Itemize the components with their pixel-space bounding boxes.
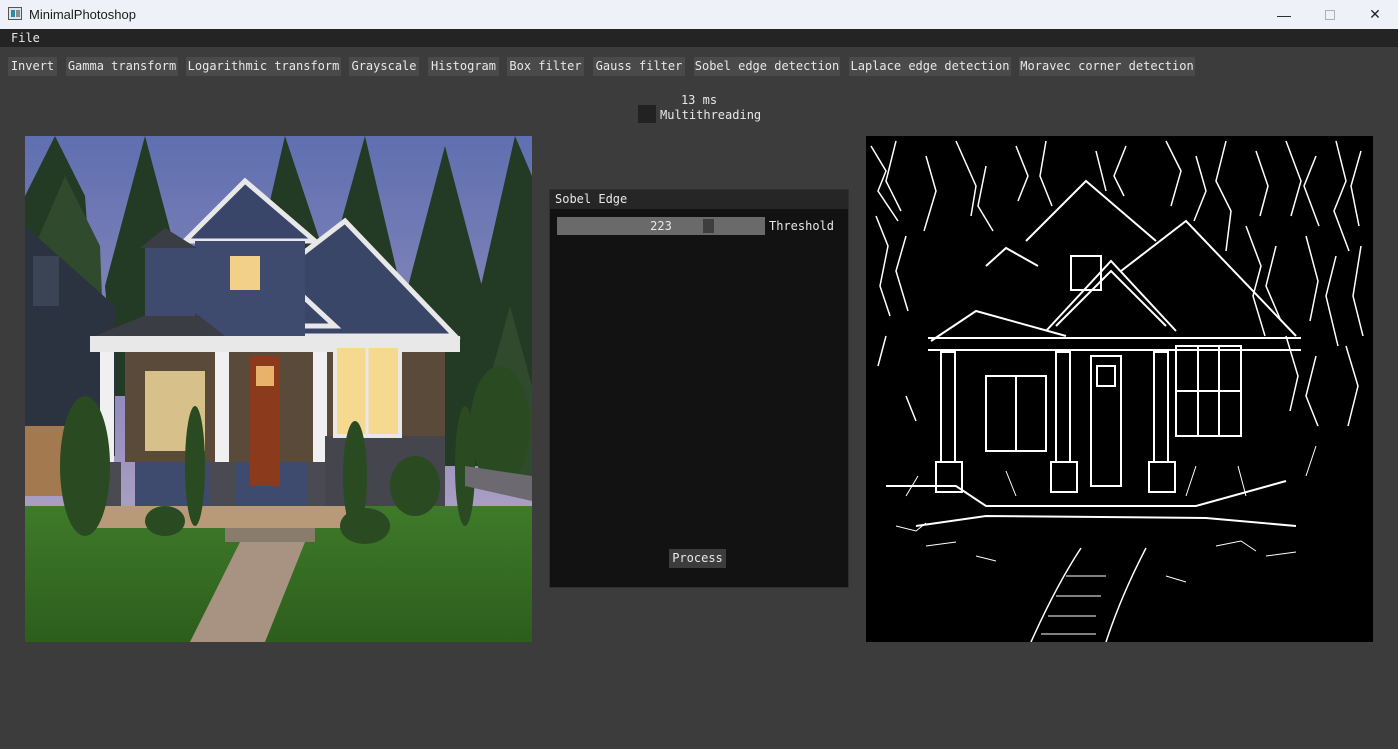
logarithmic-transform-button[interactable]: Logarithmic transform (186, 57, 341, 76)
input-image (25, 136, 532, 642)
processing-time: 13 ms (680, 93, 718, 107)
close-icon: ✕ (1369, 6, 1381, 22)
sobel-edge-detection-button[interactable]: Sobel edge detection (694, 57, 840, 76)
slider-handle[interactable] (703, 219, 714, 233)
threshold-label: Threshold (769, 219, 835, 233)
threshold-slider[interactable]: 223 (557, 217, 765, 235)
minimize-icon: — (1277, 6, 1291, 23)
panel-title: Sobel Edge (550, 190, 848, 209)
multithreading-label: Multithreading (660, 108, 762, 122)
menu-bar: File (0, 29, 1398, 47)
close-button[interactable]: ✕ (1352, 0, 1398, 29)
sobel-edge-panel: Sobel Edge 223 Threshold Process (549, 189, 849, 588)
threshold-value: 223 (650, 219, 672, 233)
moravec-corner-detection-button[interactable]: Moravec corner detection (1019, 57, 1195, 76)
histogram-button[interactable]: Histogram (428, 57, 499, 76)
window-title: MinimalPhotoshop (29, 7, 136, 22)
maximize-icon (1325, 9, 1335, 20)
maximize-button[interactable] (1307, 0, 1353, 29)
gauss-filter-button[interactable]: Gauss filter (593, 57, 685, 76)
grayscale-button[interactable]: Grayscale (349, 57, 419, 76)
invert-button[interactable]: Invert (8, 57, 57, 76)
minimize-button[interactable]: — (1261, 0, 1307, 29)
output-image (866, 136, 1373, 642)
title-bar: MinimalPhotoshop — ✕ (0, 0, 1398, 29)
gamma-transform-button[interactable]: Gamma transform (66, 57, 178, 76)
process-button[interactable]: Process (669, 549, 726, 568)
multithreading-checkbox[interactable] (638, 105, 656, 123)
box-filter-button[interactable]: Box filter (507, 57, 584, 76)
menu-file[interactable]: File (11, 31, 40, 45)
laplace-edge-detection-button[interactable]: Laplace edge detection (849, 57, 1011, 76)
app-icon (8, 7, 22, 20)
